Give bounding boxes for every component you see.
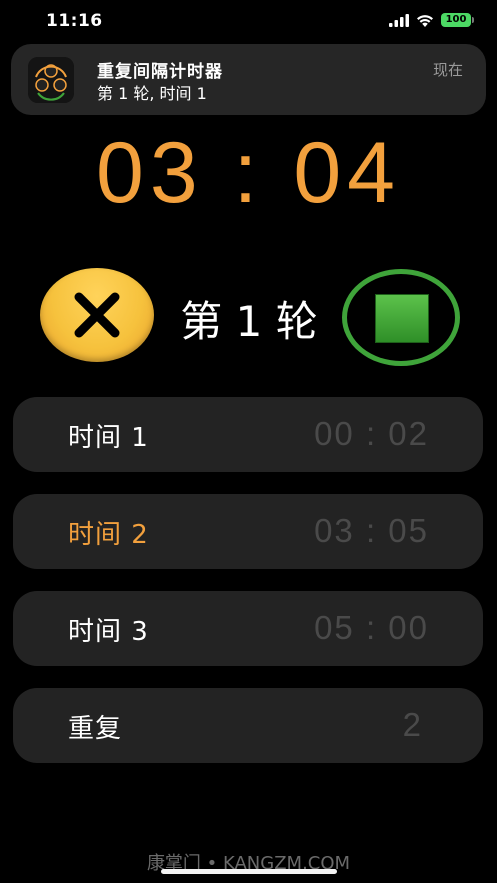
wifi-icon bbox=[417, 14, 433, 27]
home-indicator[interactable] bbox=[161, 869, 337, 874]
interval-label: 时间 1 bbox=[68, 423, 149, 453]
notification-body: 第 1 轮, 时间 1 bbox=[97, 84, 207, 103]
round-label: 第 1 轮 bbox=[180, 297, 318, 346]
stop-icon bbox=[375, 294, 429, 343]
repeat-row[interactable]: 重复 2 bbox=[13, 688, 483, 763]
interval-row-3[interactable]: 时间 3 05 : 00 bbox=[13, 591, 483, 666]
interval-value: 03 : 05 bbox=[314, 512, 429, 549]
interval-label: 时间 3 bbox=[68, 617, 149, 647]
repeat-value: 2 bbox=[402, 706, 423, 743]
signal-icon bbox=[389, 13, 409, 27]
close-icon bbox=[74, 292, 120, 338]
status-icons: 100 bbox=[389, 13, 474, 27]
interval-value: 00 : 02 bbox=[314, 415, 429, 452]
interval-row-1[interactable]: 时间 1 00 : 02 bbox=[13, 397, 483, 472]
timer-screen: 11:16 100 重复间隔计时器 第 1 轮, 时间 1 现在 03: 04… bbox=[0, 0, 497, 883]
stop-button[interactable] bbox=[342, 269, 460, 366]
timer-app-icon bbox=[28, 57, 74, 103]
status-time: 11:16 bbox=[46, 11, 103, 31]
battery-icon: 100 bbox=[441, 13, 474, 27]
interval-value: 05 : 00 bbox=[314, 609, 429, 646]
notification-time: 现在 bbox=[432, 61, 463, 79]
countdown-display: 03 : 04 bbox=[96, 125, 401, 221]
notification-banner[interactable]: 重复间隔计时器 第 1 轮, 时间 1 现在 bbox=[11, 44, 486, 115]
cancel-button[interactable] bbox=[40, 268, 154, 362]
interval-row-2[interactable]: 时间 2 03 : 05 bbox=[13, 494, 483, 569]
notification-title: 重复间隔计时器 bbox=[97, 62, 223, 82]
interval-label: 时间 2 bbox=[68, 520, 149, 550]
repeat-label: 重复 bbox=[68, 714, 123, 744]
status-bar: 11:16 100 bbox=[0, 0, 497, 44]
